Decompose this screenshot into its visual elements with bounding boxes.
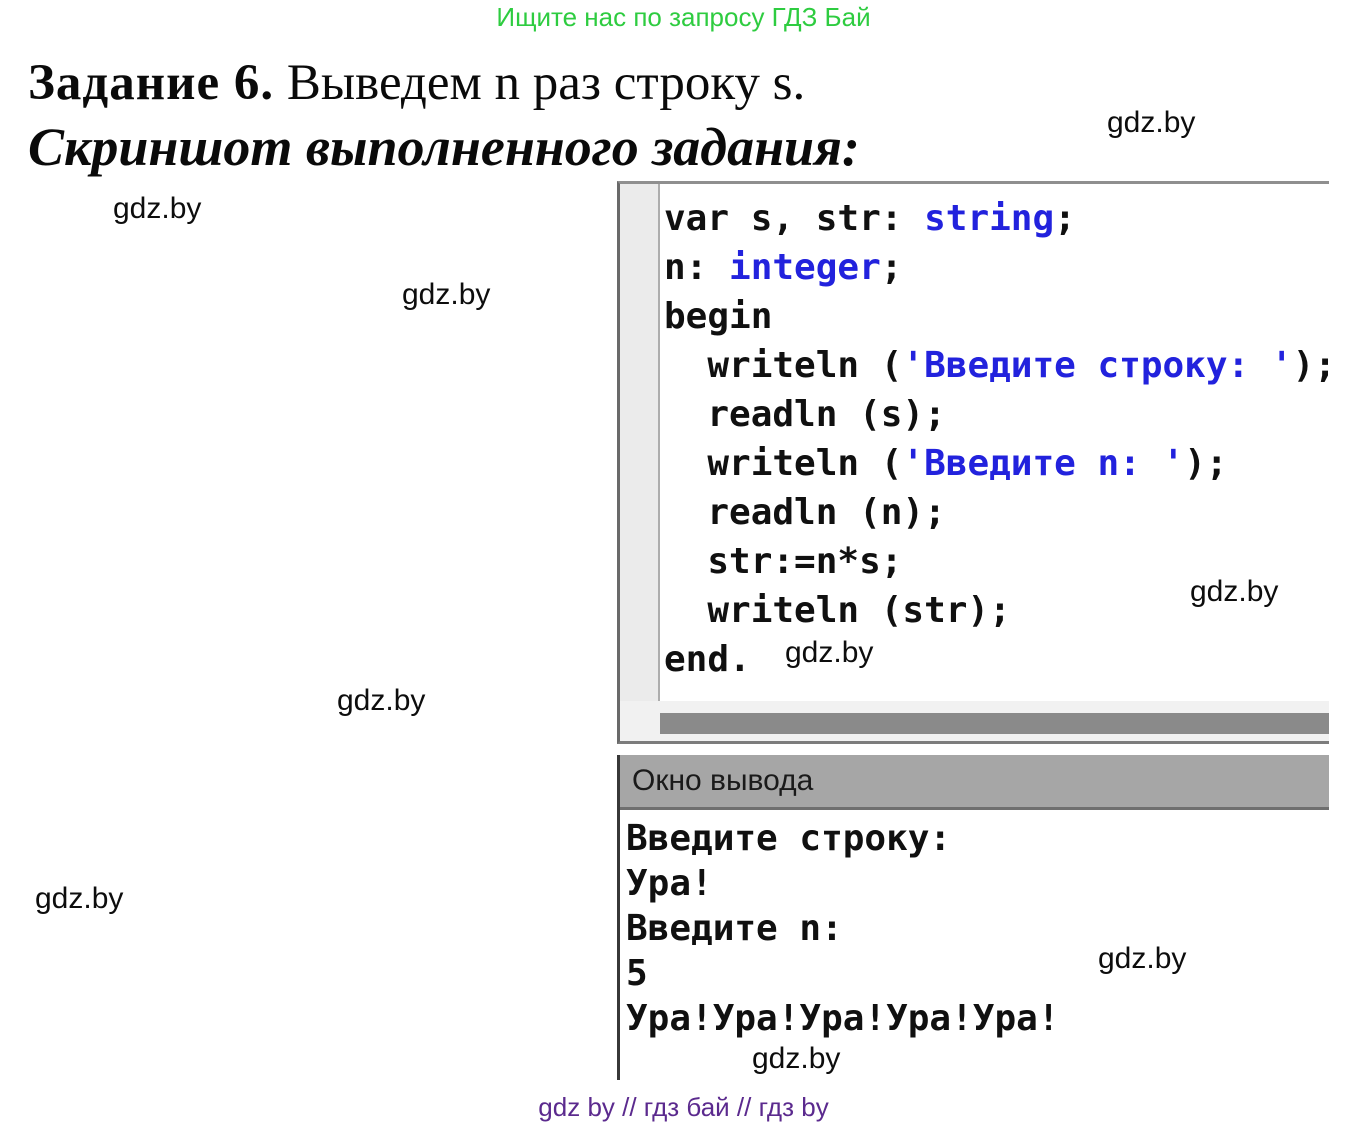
output-lines: Введите строку:Ура!Введите n:5Ура!Ура!Ур… xyxy=(626,816,1059,1041)
output-line: Введите n: xyxy=(626,906,1059,951)
code-token: str:=n*s; xyxy=(664,541,902,582)
gdz-watermark: gdz.by xyxy=(402,278,490,312)
code-token-blue: 'Введите n: ' xyxy=(902,443,1184,484)
code-line: readln (n); xyxy=(664,488,1336,537)
output-line: Ура!Ура!Ура!Ура!Ура! xyxy=(626,996,1059,1041)
code-token: ; xyxy=(881,247,903,288)
code-token-blue: string xyxy=(924,198,1054,239)
code-token: n: xyxy=(664,247,729,288)
code-token: ; xyxy=(1054,198,1076,239)
output-line: Введите строку: xyxy=(626,816,1059,861)
output-window-title: Окно вывода xyxy=(632,764,813,798)
code-token: writeln (str); xyxy=(664,590,1011,631)
code-lines[interactable]: var s, str: string;n: integer;begin writ… xyxy=(664,194,1336,684)
code-token: writeln ( xyxy=(664,345,902,386)
gdz-watermark: gdz.by xyxy=(35,882,123,916)
gdz-watermark: gdz.by xyxy=(113,192,201,226)
code-token-blue: 'Введите строку: ' xyxy=(902,345,1292,386)
task-number: Задание 6. xyxy=(28,55,274,111)
code-token: writeln ( xyxy=(664,443,902,484)
screenshot-caption: Скриншот выполненного задания: xyxy=(28,116,860,178)
code-token: readln (n); xyxy=(664,492,946,533)
gdz-watermark: gdz.by xyxy=(1098,942,1186,976)
task-heading: Задание 6. Выведем n раз строку s. xyxy=(28,54,805,112)
page: Ищите нас по запросу ГДЗ Бай Задание 6. … xyxy=(0,0,1367,1127)
footer-text: gdz by // гдз бай // гдз by xyxy=(0,1092,1367,1123)
code-line: begin xyxy=(664,292,1336,341)
output-line: Ура! xyxy=(626,861,1059,906)
scrollbar-thumb[interactable] xyxy=(660,713,1329,734)
gdz-watermark: gdz.by xyxy=(337,684,425,718)
code-line: n: integer; xyxy=(664,243,1336,292)
code-token: begin xyxy=(664,296,772,337)
code-gutter xyxy=(620,184,660,702)
code-token: ); xyxy=(1293,345,1336,386)
code-token: end. xyxy=(664,639,751,680)
promo-banner: Ищите нас по запросу ГДЗ Бай xyxy=(0,2,1367,33)
output-content: Введите строку:Ура!Введите n:5Ура!Ура!Ур… xyxy=(620,810,1329,1080)
code-token-blue: integer xyxy=(729,247,881,288)
code-token: var s, str: xyxy=(664,198,924,239)
gdz-watermark: gdz.by xyxy=(785,636,873,670)
task-description: Выведем n раз строку s. xyxy=(274,55,805,111)
code-line: end. xyxy=(664,635,1336,684)
code-token: readln (s); xyxy=(664,394,946,435)
gdz-watermark: gdz.by xyxy=(1190,575,1278,609)
gdz-watermark: gdz.by xyxy=(752,1042,840,1076)
code-line: writeln ('Введите n: '); xyxy=(664,439,1336,488)
gdz-watermark: gdz.by xyxy=(1107,106,1195,140)
output-window-titlebar: Окно вывода xyxy=(620,755,1329,810)
code-line: readln (s); xyxy=(664,390,1336,439)
output-window: Окно вывода Введите строку:Ура!Введите n… xyxy=(617,755,1329,1080)
output-line: 5 xyxy=(626,951,1059,996)
code-line: var s, str: string; xyxy=(664,194,1336,243)
code-token: ); xyxy=(1184,443,1227,484)
horizontal-scrollbar[interactable] xyxy=(620,701,1329,741)
code-line: writeln ('Введите строку: '); xyxy=(664,341,1336,390)
code-editor-window: var s, str: string; n: integer; begin writ… xyxy=(617,181,1329,744)
